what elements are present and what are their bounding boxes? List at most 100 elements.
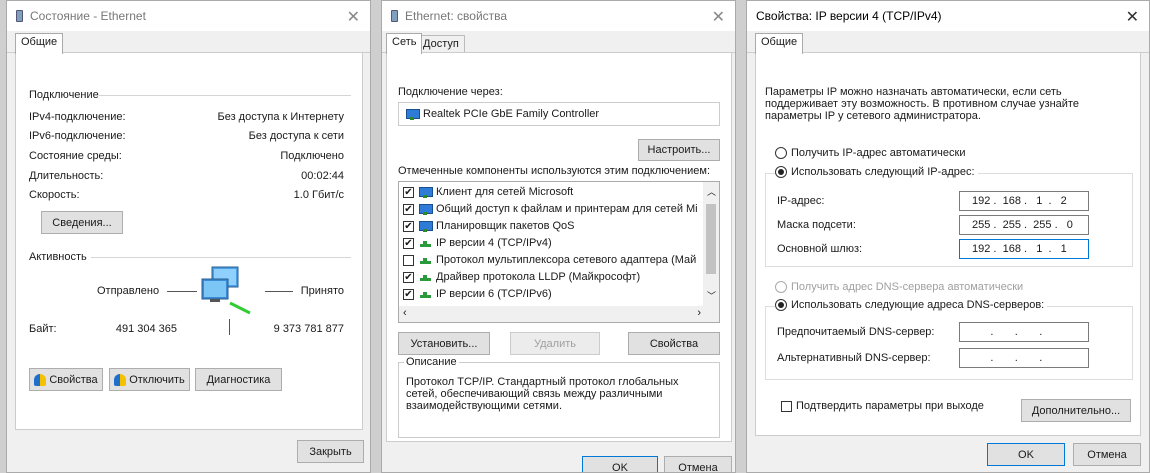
radio-button[interactable] — [775, 166, 787, 179]
cancel-button[interactable]: Отмена — [1073, 443, 1141, 466]
dns-group — [765, 306, 1133, 380]
received-label: Принято — [300, 285, 344, 297]
preferred-dns-label: Предпочитаемый DNS-сервер: — [777, 326, 935, 338]
auto-ip-label: Получить IP-адрес автоматически — [791, 147, 966, 159]
close-icon[interactable]: ✕ — [347, 7, 360, 27]
network-activity-icon — [201, 266, 251, 315]
component-label: Протокол мультиплексора сетевого адаптер… — [436, 254, 697, 266]
validate-checkbox[interactable]: Подтвердить параметры при выходе — [781, 400, 984, 412]
tab-strip: Сеть Доступ — [382, 31, 735, 54]
component-item[interactable]: ✔ Клиент для сетей Microsoft — [403, 184, 573, 200]
radio-button[interactable] — [775, 299, 787, 312]
bytes-label: Байт: — [29, 323, 57, 335]
tab-network[interactable]: Сеть — [386, 33, 423, 54]
status-titlebar: Состояние - Ethernet ✕ — [7, 1, 370, 31]
tab-general[interactable]: Общие — [15, 33, 64, 54]
close-icon[interactable]: ✕ — [712, 7, 725, 27]
ethernet-titlebar: Ethernet: свойства ✕ — [382, 1, 735, 31]
speed-label: Скорость: — [29, 189, 80, 201]
component-item[interactable]: ✔ Планировщик пакетов QoS — [403, 218, 575, 234]
install-button[interactable]: Установить... — [398, 332, 490, 355]
manual-dns-option[interactable]: Использовать следующие адреса DNS-сервер… — [775, 299, 1048, 312]
status-window: Состояние - Ethernet ✕ Общие Подключение… — [6, 0, 371, 473]
component-label: Клиент для сетей Microsoft — [436, 186, 574, 198]
checkbox[interactable]: ✔ — [403, 203, 414, 215]
component-label: Общий доступ к файлам и принтерам для се… — [436, 203, 698, 215]
component-item[interactable]: ✔ IP версии 4 (TCP/IPv4) — [403, 235, 552, 251]
gateway-field[interactable]: 192 . 168 . 1 . 1 — [959, 239, 1089, 259]
configure-button[interactable]: Настроить... — [638, 139, 720, 161]
diagnose-button[interactable]: Диагностика — [195, 368, 282, 391]
component-item[interactable]: ✔ Общий доступ к файлам и принтерам для с… — [403, 201, 698, 217]
component-item[interactable]: Протокол мультиплексора сетевого адаптер… — [403, 252, 696, 268]
disable-button[interactable]: Отключить — [109, 368, 190, 391]
checkbox[interactable]: ✔ — [403, 186, 414, 198]
checkbox[interactable]: ✔ — [403, 271, 414, 283]
tab-access[interactable]: Доступ — [417, 35, 465, 53]
adapter-icon — [405, 108, 420, 120]
alternate-dns-field[interactable]: . . . — [959, 348, 1089, 368]
checkbox[interactable] — [781, 400, 792, 412]
tab-strip: Общие — [747, 31, 1149, 54]
status-properties-label: Свойства — [49, 373, 98, 386]
bytes-sent-value: 491 304 365 — [115, 323, 177, 335]
details-button[interactable]: Сведения... — [41, 211, 123, 234]
network-icon — [16, 10, 23, 22]
component-label: Драйвер протокола LLDP (Майкрософт) — [436, 271, 641, 283]
window-title: Состояние - Ethernet — [30, 9, 146, 23]
status-properties-button[interactable]: Свойства — [29, 368, 103, 391]
vertical-scrollbar[interactable]: ︿ ﹀ — [703, 182, 719, 306]
horizontal-scrollbar[interactable]: ‹ › — [399, 306, 719, 322]
component-label: Планировщик пакетов QoS — [436, 220, 575, 232]
components-list[interactable]: ✔ Клиент для сетей Microsoft ✔ Общий досту… — [398, 181, 720, 323]
checkbox[interactable]: ✔ — [403, 288, 414, 300]
chevron-left-icon[interactable]: ‹ — [403, 307, 407, 319]
close-button[interactable]: Закрыть — [297, 440, 364, 463]
close-icon[interactable]: ✕ — [1126, 7, 1139, 27]
checkbox[interactable] — [403, 254, 414, 266]
component-label: IP версии 4 (TCP/IPv4) — [436, 237, 552, 249]
tab-general[interactable]: Общие — [755, 33, 804, 54]
sent-label: Отправлено — [97, 285, 160, 297]
scroll-thumb[interactable] — [706, 204, 716, 274]
window-title: Ethernet: свойства — [405, 9, 508, 23]
properties-button[interactable]: Свойства — [628, 332, 720, 355]
tab-strip: Общие — [7, 31, 370, 54]
uninstall-button: Удалить — [510, 332, 600, 355]
ip-address-label: IP-адрес: — [777, 195, 825, 207]
network-service-icon — [418, 220, 433, 232]
subnet-mask-label: Маска подсети: — [777, 219, 856, 231]
chevron-up-icon[interactable]: ︿ — [707, 185, 716, 198]
cancel-button[interactable]: Отмена — [664, 456, 732, 472]
chevron-right-icon[interactable]: › — [697, 307, 701, 319]
ipv6-label: IPv6-подключение: — [29, 130, 126, 142]
adapter-field: Realtek PCIe GbE Family Controller — [398, 102, 720, 126]
manual-dns-label: Использовать следующие адреса DNS-сервер… — [791, 299, 1045, 311]
preferred-dns-field[interactable]: . . . — [959, 322, 1089, 342]
component-item[interactable]: ✔ IP версии 6 (TCP/IPv6) — [403, 286, 552, 302]
ok-button[interactable]: OK — [987, 443, 1065, 466]
subnet-mask-field[interactable]: 255 . 255 . 255 . 0 — [959, 215, 1089, 235]
component-item[interactable]: ✔ Драйвер протокола LLDP (Майкрософт) — [403, 269, 640, 285]
window-title: Свойства: IP версии 4 (TCP/IPv4) — [756, 9, 942, 23]
chevron-down-icon[interactable]: ﹀ — [707, 289, 716, 302]
bytes-received-value: 9 373 781 877 — [273, 323, 344, 335]
adapter-name: Realtek PCIe GbE Family Controller — [423, 108, 600, 120]
ok-button[interactable]: OK — [582, 456, 658, 472]
radio-button[interactable] — [775, 147, 787, 160]
auto-ip-option[interactable]: Получить IP-адрес автоматически — [775, 147, 966, 160]
radio-button — [775, 281, 787, 294]
network-icon — [391, 10, 398, 22]
alternate-dns-label: Альтернативный DNS-сервер: — [777, 352, 931, 364]
ipv4-value: Без доступа к Интернету — [217, 111, 344, 123]
validate-label: Подтвердить параметры при выходе — [796, 400, 984, 412]
shield-icon — [114, 373, 127, 386]
manual-ip-label: Использовать следующий IP-адрес: — [791, 166, 975, 178]
advanced-button[interactable]: Дополнительно... — [1021, 399, 1131, 422]
checkbox[interactable]: ✔ — [403, 220, 414, 232]
checkbox[interactable]: ✔ — [403, 237, 414, 249]
network-client-icon — [418, 186, 433, 198]
activity-group-label: Активность — [29, 251, 87, 263]
ip-address-field[interactable]: 192 . 168 . 1 . 2 — [959, 191, 1089, 211]
manual-ip-option[interactable]: Использовать следующий IP-адрес: — [775, 166, 978, 179]
